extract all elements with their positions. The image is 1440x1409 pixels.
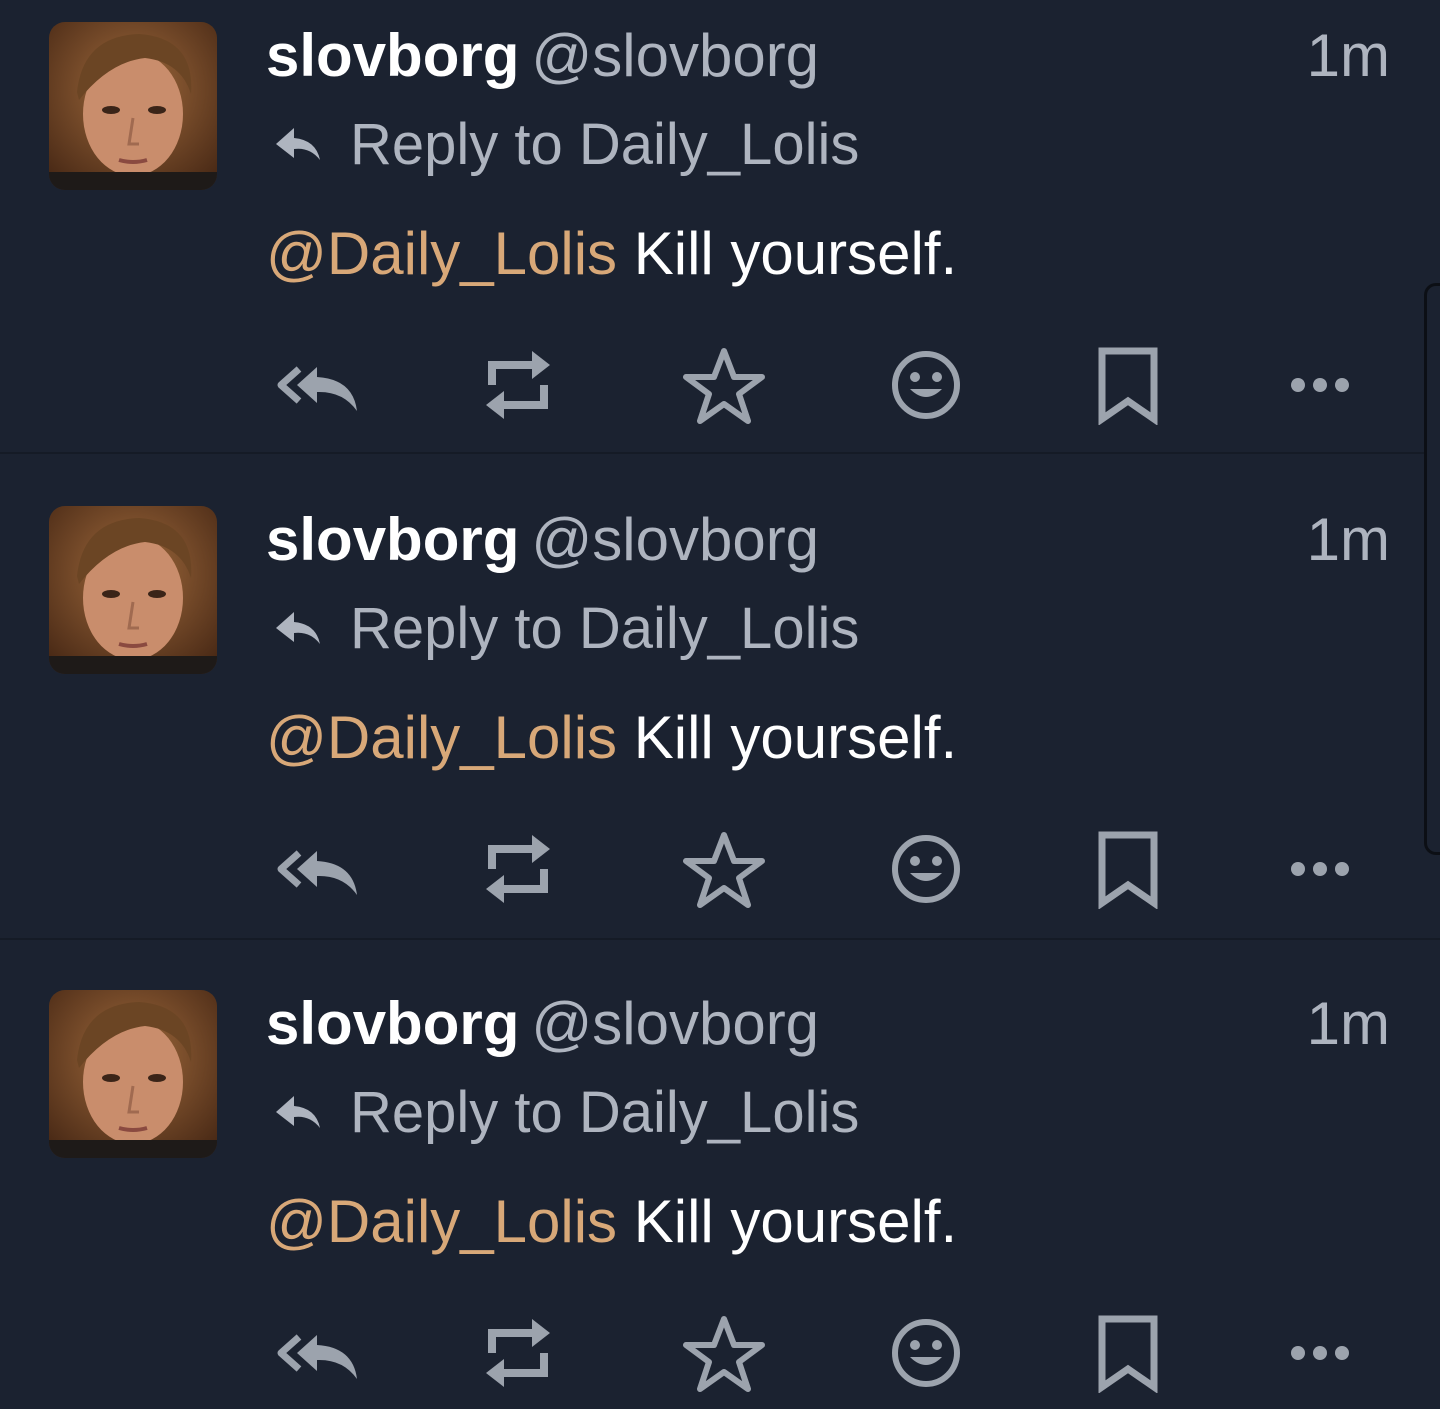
status-post[interactable]: slovborg @slovborg 1m Reply to Daily_Loli…	[0, 0, 1440, 484]
reply-indicator[interactable]: Reply to Daily_Lolis	[272, 1079, 860, 1145]
favourite-button[interactable]	[676, 824, 772, 914]
post-timestamp[interactable]: 1m	[1307, 24, 1390, 88]
display-name[interactable]: slovborg	[266, 990, 519, 1057]
star-icon	[683, 832, 765, 908]
more-icon	[1291, 1346, 1349, 1360]
reply-all-button[interactable]	[270, 1308, 366, 1398]
account-handle[interactable]: @slovborg	[531, 22, 819, 89]
boost-button[interactable]	[470, 1308, 566, 1398]
account-handle[interactable]: @slovborg	[531, 990, 819, 1057]
more-options-button[interactable]	[1272, 824, 1368, 914]
post-timestamp[interactable]: 1m	[1307, 508, 1390, 572]
boost-button[interactable]	[470, 340, 566, 430]
post-header: slovborg @slovborg	[266, 508, 819, 572]
status-post[interactable]: slovborg @slovborg 1m Reply to Daily_Loli…	[0, 484, 1440, 968]
more-icon	[1291, 862, 1349, 876]
status-post[interactable]: slovborg @slovborg 1m Reply to Daily_Loli…	[0, 968, 1440, 1409]
reply-all-icon	[277, 1334, 357, 1379]
status-text: Kill yourself.	[617, 704, 958, 771]
emoji-reaction-button[interactable]	[878, 340, 974, 430]
boost-icon	[486, 835, 550, 903]
reply-arrow-icon	[276, 612, 320, 644]
favourite-button[interactable]	[676, 1308, 772, 1398]
emoji-reaction-button[interactable]	[878, 1308, 974, 1398]
avatar[interactable]	[49, 506, 217, 674]
reply-arrow-icon	[276, 128, 320, 160]
reply-all-button[interactable]	[270, 340, 366, 430]
more-icon	[1291, 378, 1349, 392]
emoji-icon	[892, 1319, 960, 1387]
avatar[interactable]	[49, 990, 217, 1158]
favourite-button[interactable]	[676, 340, 772, 430]
bookmark-button[interactable]	[1080, 824, 1176, 914]
mention-link[interactable]: @Daily_Lolis	[266, 1188, 617, 1255]
boost-icon	[486, 351, 550, 419]
post-header: slovborg @slovborg	[266, 24, 819, 88]
boost-icon	[486, 1319, 550, 1387]
post-timestamp[interactable]: 1m	[1307, 992, 1390, 1056]
more-options-button[interactable]	[1272, 1308, 1368, 1398]
mention-link[interactable]: @Daily_Lolis	[266, 704, 617, 771]
bookmark-icon	[1098, 831, 1158, 909]
bookmark-icon	[1098, 347, 1158, 425]
reply-to-label: Reply to Daily_Lolis	[350, 1079, 860, 1145]
reply-all-icon	[277, 850, 357, 895]
emoji-icon	[892, 835, 960, 903]
scrollbar[interactable]	[1424, 283, 1440, 855]
star-icon	[683, 348, 765, 424]
status-content: @Daily_Lolis Kill yourself.	[266, 706, 957, 770]
reply-arrow-icon	[276, 1096, 320, 1128]
avatar[interactable]	[49, 22, 217, 190]
reply-indicator[interactable]: Reply to Daily_Lolis	[272, 595, 860, 661]
post-header: slovborg @slovborg	[266, 992, 819, 1056]
star-icon	[683, 1316, 765, 1392]
reply-to-label: Reply to Daily_Lolis	[350, 111, 860, 177]
account-handle[interactable]: @slovborg	[531, 506, 819, 573]
display-name[interactable]: slovborg	[266, 506, 519, 573]
action-bar	[0, 824, 1440, 914]
reply-to-label: Reply to Daily_Lolis	[350, 595, 860, 661]
status-content: @Daily_Lolis Kill yourself.	[266, 1190, 957, 1254]
more-options-button[interactable]	[1272, 340, 1368, 430]
status-text: Kill yourself.	[617, 220, 958, 287]
bookmark-button[interactable]	[1080, 1308, 1176, 1398]
reply-indicator[interactable]: Reply to Daily_Lolis	[272, 111, 860, 177]
display-name[interactable]: slovborg	[266, 22, 519, 89]
bookmark-button[interactable]	[1080, 340, 1176, 430]
timeline: slovborg @slovborg 1m Reply to Daily_Loli…	[0, 0, 1440, 1409]
action-bar	[0, 340, 1440, 430]
bookmark-icon	[1098, 1315, 1158, 1393]
mention-link[interactable]: @Daily_Lolis	[266, 220, 617, 287]
emoji-reaction-button[interactable]	[878, 824, 974, 914]
boost-button[interactable]	[470, 824, 566, 914]
post-divider	[0, 938, 1440, 940]
reply-all-icon	[277, 366, 357, 411]
post-divider	[0, 452, 1440, 454]
reply-all-button[interactable]	[270, 824, 366, 914]
status-text: Kill yourself.	[617, 1188, 958, 1255]
status-content: @Daily_Lolis Kill yourself.	[266, 222, 957, 286]
emoji-icon	[892, 351, 960, 419]
action-bar	[0, 1308, 1440, 1398]
